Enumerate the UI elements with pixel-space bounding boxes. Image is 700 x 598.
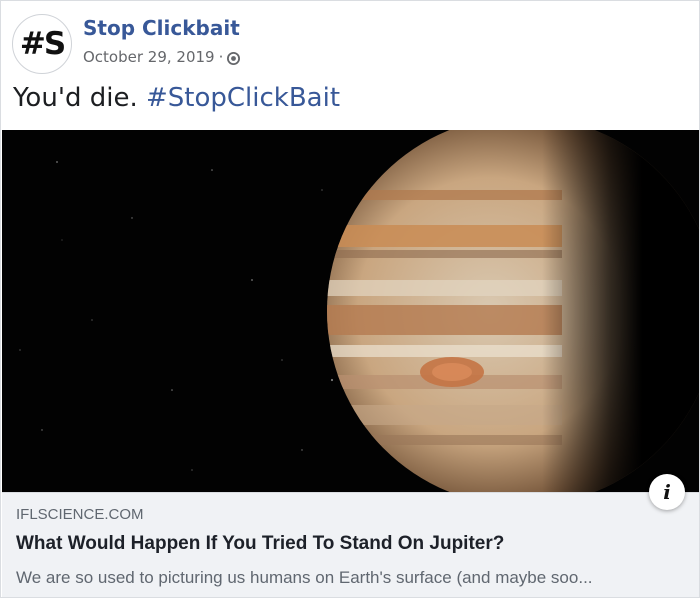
jupiter-image[interactable] bbox=[2, 130, 699, 492]
meta-separator: · bbox=[218, 48, 224, 66]
hashtag-link[interactable]: #StopClickBait bbox=[146, 83, 340, 113]
info-glyph: i bbox=[663, 480, 671, 504]
page-name-link[interactable]: Stop Clickbait bbox=[83, 16, 240, 40]
link-preview-meta[interactable]: IFLSCIENCE.COM What Would Happen If You … bbox=[2, 492, 699, 597]
post-message: You'd die. #StopClickBait bbox=[13, 83, 340, 113]
facebook-post: #S Stop Clickbait October 29, 2019 · You… bbox=[0, 0, 700, 598]
link-title[interactable]: What Would Happen If You Tried To Stand … bbox=[16, 533, 504, 555]
avatar-logo-text: #S bbox=[19, 26, 66, 62]
info-icon[interactable]: i bbox=[649, 474, 685, 510]
avatar[interactable]: #S bbox=[12, 14, 72, 74]
link-domain: IFLSCIENCE.COM bbox=[16, 506, 144, 523]
link-description: We are so used to picturing us humans on… bbox=[16, 568, 593, 587]
globe-icon[interactable] bbox=[227, 51, 241, 65]
message-text: You'd die. bbox=[13, 83, 138, 113]
post-meta: October 29, 2019 · bbox=[83, 47, 241, 67]
post-date[interactable]: October 29, 2019 bbox=[83, 48, 215, 66]
